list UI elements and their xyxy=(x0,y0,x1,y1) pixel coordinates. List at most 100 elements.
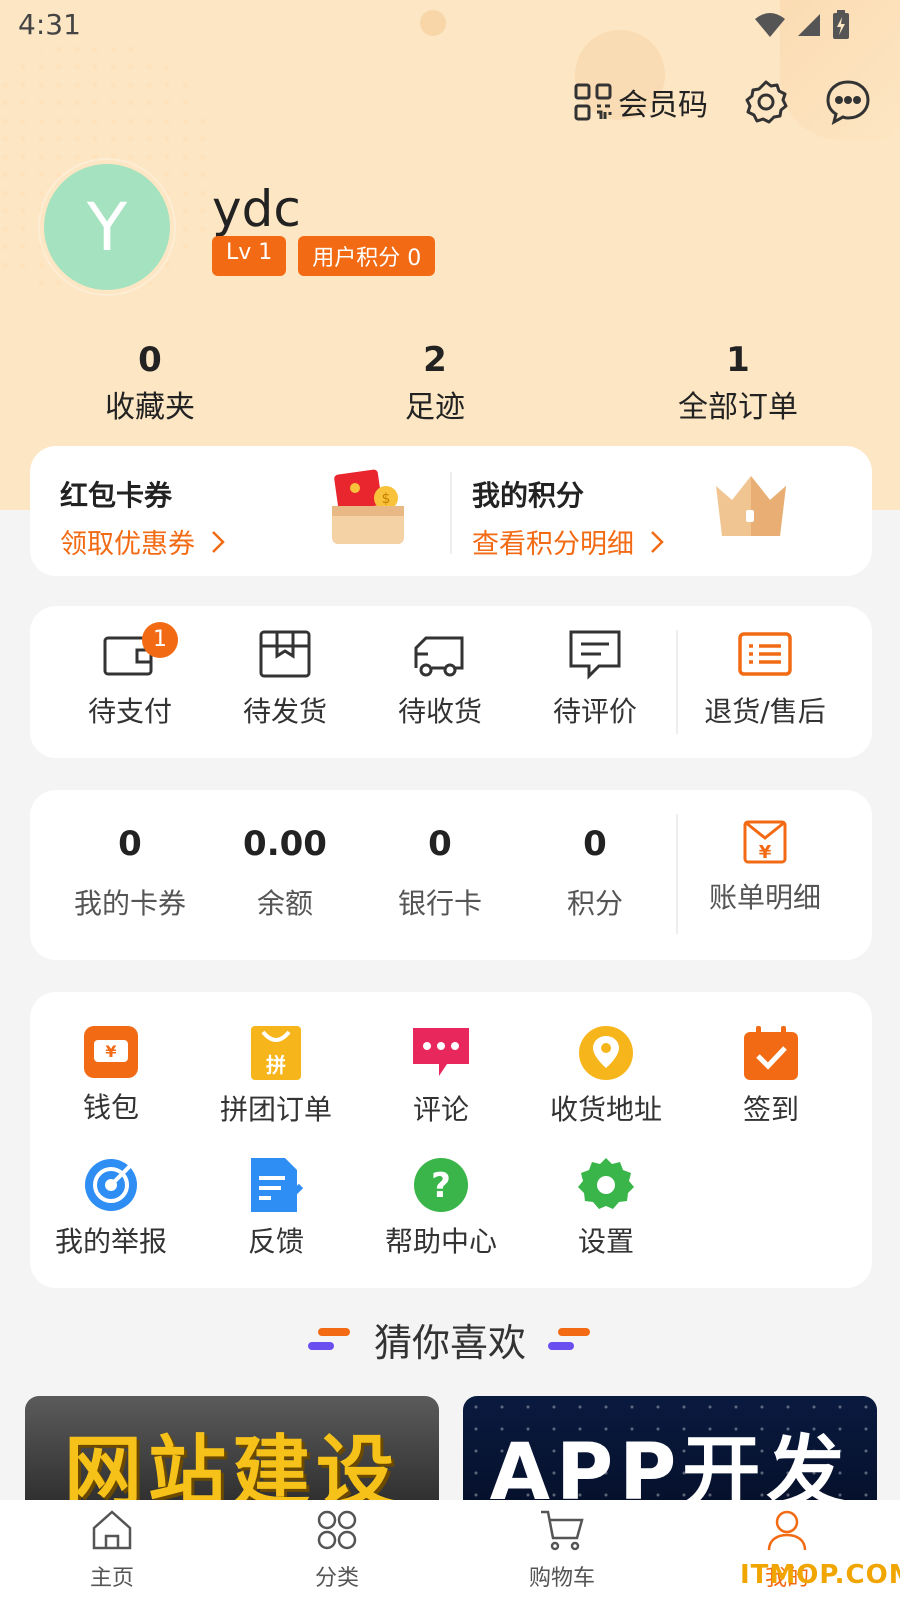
tab-label: 分类 xyxy=(314,1566,359,1591)
red-envelope-wallet-icon: $ xyxy=(332,469,404,544)
order-pending-payment[interactable]: 待支付 1 xyxy=(80,622,180,730)
service-settings[interactable]: 设置 xyxy=(531,1156,681,1260)
bill-details[interactable]: ¥ 账单明细 xyxy=(690,818,840,916)
location-pin-icon xyxy=(579,1026,633,1080)
points-section[interactable]: 我的积分 查看积分明细 xyxy=(472,474,664,561)
group-buy-bag-icon: 拼 xyxy=(251,1026,301,1080)
tab-category[interactable]: 分类 xyxy=(277,1508,397,1592)
tab-home[interactable]: 主页 xyxy=(52,1508,172,1592)
package-icon xyxy=(259,630,311,678)
promo-card: 红包卡券 领取优惠券 $ 我的积分 查看积分明细 xyxy=(30,446,872,576)
target-icon xyxy=(85,1159,137,1211)
shopping-cart-icon xyxy=(541,1510,584,1551)
crown-icon xyxy=(716,476,786,536)
service-checkin[interactable]: 签到 xyxy=(696,1024,846,1128)
comment-icon xyxy=(569,630,621,680)
user-icon xyxy=(767,1510,807,1551)
service-label: 设置 xyxy=(577,1225,634,1258)
order-pending-receipt[interactable]: 待收货 xyxy=(390,628,490,730)
yuan-envelope-icon: ¥ xyxy=(743,820,787,864)
service-label: 反馈 xyxy=(247,1225,304,1258)
coupon-section[interactable]: 红包卡券 领取优惠券 xyxy=(60,474,225,561)
service-reports[interactable]: 我的举报 xyxy=(36,1156,186,1260)
promo-divider xyxy=(450,472,452,554)
service-label: 帮助中心 xyxy=(384,1225,497,1258)
svg-text:?: ? xyxy=(431,1166,451,1206)
service-comments[interactable]: 评论 xyxy=(366,1024,516,1128)
coupon-title: 红包卡券 xyxy=(60,479,173,512)
service-group-orders[interactable]: 拼 拼团订单 xyxy=(201,1024,351,1128)
stat-footprints[interactable]: 2 足迹 xyxy=(390,340,480,426)
recommend-title-wrap: 猜你喜欢 xyxy=(307,1312,592,1367)
asset-label: 我的卡券 xyxy=(73,887,186,920)
assets-card: 0 我的卡券 0.00 余额 0 银行卡 0 积分 ¥ 账单明细 xyxy=(30,790,872,960)
watermark: ITMOP.COM xyxy=(740,1560,900,1590)
points-link[interactable]: 查看积分明细 xyxy=(472,522,664,561)
tab-label: 主页 xyxy=(89,1566,134,1591)
recommend-banner-app[interactable]: APP开发 xyxy=(463,1396,877,1506)
truck-icon xyxy=(414,636,464,677)
status-time: 4:31 xyxy=(18,8,81,41)
points-subtitle: 查看积分明细 xyxy=(472,529,634,560)
asset-coupons[interactable]: 0 我的卡券 xyxy=(70,824,190,922)
assets-divider xyxy=(676,814,678,934)
notification-badge: 1 xyxy=(142,622,178,658)
avatar-letter: Y xyxy=(86,188,128,266)
stat-value: 0 xyxy=(138,340,162,380)
asset-bank-cards[interactable]: 0 银行卡 xyxy=(390,824,490,922)
service-feedback[interactable]: 反馈 xyxy=(201,1156,351,1260)
service-label: 收货地址 xyxy=(549,1093,662,1126)
asset-value: 0 xyxy=(583,824,607,864)
asset-label: 银行卡 xyxy=(397,887,482,920)
service-address[interactable]: 收货地址 xyxy=(531,1024,681,1128)
home-icon xyxy=(92,1510,132,1550)
recommend-banner-website[interactable]: 网站建设 xyxy=(25,1396,439,1506)
svg-text:¥: ¥ xyxy=(105,1042,116,1061)
svg-text:$: $ xyxy=(382,491,391,507)
orders-divider xyxy=(676,630,678,734)
asset-value: 0 xyxy=(118,824,142,864)
stat-value: 1 xyxy=(726,340,750,380)
recommend-header: 猜你喜欢 xyxy=(0,1312,900,1367)
order-pending-shipment[interactable]: 待发货 xyxy=(235,628,335,730)
wallet-icon: ¥ xyxy=(84,1026,138,1078)
help-question-icon: ? xyxy=(414,1158,468,1212)
order-label: 待支付 xyxy=(87,695,172,728)
coupon-subtitle: 领取优惠券 xyxy=(60,529,195,560)
battery-icon xyxy=(833,10,849,39)
member-code-button[interactable]: 会员码 xyxy=(574,80,708,124)
asset-label: 余额 xyxy=(256,887,313,920)
header-actions: 会员码 xyxy=(574,78,872,126)
tab-cart[interactable]: 购物车 xyxy=(502,1508,622,1592)
service-help[interactable]: ? 帮助中心 xyxy=(366,1156,516,1260)
order-returns[interactable]: 退货/售后 xyxy=(690,628,840,730)
coupon-link[interactable]: 领取优惠券 xyxy=(60,522,225,561)
member-code-label: 会员码 xyxy=(618,88,708,123)
decor-strokes-icon xyxy=(307,1327,350,1350)
list-document-icon xyxy=(738,632,792,676)
services-card: ¥ 钱包 拼 拼团订单 评论 收货地址 签到 我的举报 反馈 ? 帮助中心 设置 xyxy=(30,992,872,1288)
tab-label: 购物车 xyxy=(528,1566,595,1591)
banner-text: 网站建设 xyxy=(63,1428,400,1506)
settings-gear-icon[interactable] xyxy=(742,78,790,126)
order-label: 待发货 xyxy=(242,695,327,728)
stat-favorites[interactable]: 0 收藏夹 xyxy=(100,340,200,426)
service-label: 签到 xyxy=(742,1093,799,1126)
username: ydc xyxy=(212,180,301,238)
recommend-title: 猜你喜欢 xyxy=(373,1321,526,1365)
orders-card: 待支付 1 待发货 待收货 待评价 退货/售后 xyxy=(30,606,872,758)
order-pending-review[interactable]: 待评价 xyxy=(545,628,645,730)
message-icon[interactable] xyxy=(824,78,872,126)
asset-balance[interactable]: 0.00 余额 xyxy=(235,824,335,922)
service-wallet[interactable]: ¥ 钱包 xyxy=(36,1024,186,1126)
bill-label: 账单明细 xyxy=(708,881,821,914)
asset-points[interactable]: 0 积分 xyxy=(545,824,645,922)
wifi-icon xyxy=(755,13,785,37)
banner-text: APP开发 xyxy=(489,1428,851,1506)
level-badge: Lv 1 xyxy=(212,236,287,276)
signal-icon xyxy=(798,14,820,36)
order-label: 待收货 xyxy=(397,695,482,728)
svg-text:拼: 拼 xyxy=(266,1053,286,1077)
avatar[interactable]: Y xyxy=(40,160,174,294)
stat-all-orders[interactable]: 1 全部订单 xyxy=(668,340,808,426)
